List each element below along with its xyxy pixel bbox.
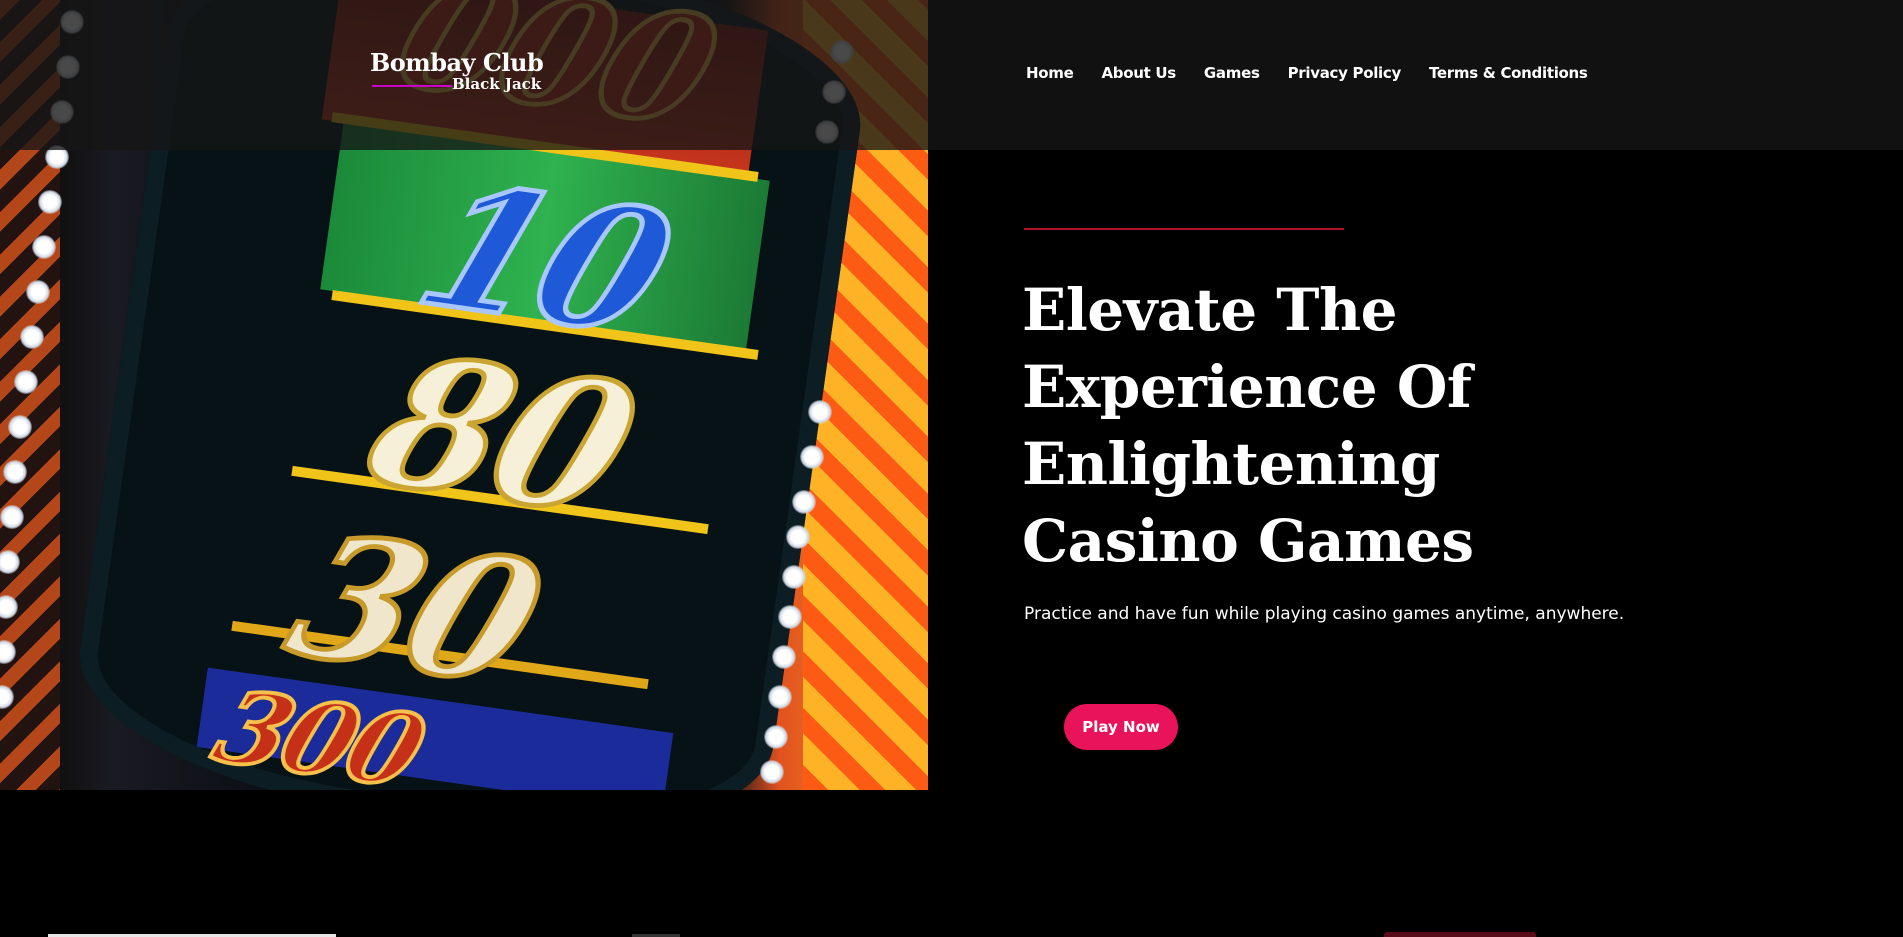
light-bulb [14, 370, 38, 394]
light-bulb [20, 325, 44, 349]
light-bulb [792, 490, 816, 514]
hero-accent-line [1024, 228, 1344, 230]
light-bulb [32, 235, 56, 259]
logo-title: Bombay Club [370, 48, 544, 77]
light-bulb [0, 505, 24, 529]
site-logo[interactable]: Bombay Club Black Jack [370, 48, 544, 98]
light-bulb [778, 605, 802, 629]
light-bulb [8, 415, 32, 439]
hero-title-line: Experience Of [1022, 353, 1472, 421]
light-bulb [3, 460, 27, 484]
logo-subtitle: Black Jack [452, 75, 542, 93]
nav-privacy-policy[interactable]: Privacy Policy [1288, 64, 1402, 82]
hero-title-line: Elevate The [1022, 276, 1398, 344]
play-now-button[interactable]: Play Now [1064, 704, 1178, 750]
light-bulb [786, 525, 810, 549]
light-bulb [808, 400, 832, 424]
section-divider [1384, 932, 1536, 937]
site-header: Bombay Club Black Jack Home About Us Gam… [0, 0, 1903, 150]
logo-underline [372, 85, 452, 87]
light-bulb [768, 685, 792, 709]
hero-subtitle: Practice and have fun while playing casi… [1024, 604, 1625, 624]
nav-games[interactable]: Games [1204, 64, 1260, 82]
light-bulb [800, 445, 824, 469]
nav-terms-conditions[interactable]: Terms & Conditions [1429, 64, 1588, 82]
light-bulb [38, 190, 62, 214]
light-bulb [772, 645, 796, 669]
light-bulb [782, 565, 806, 589]
hero-title-line: Casino Games [1022, 507, 1474, 575]
hero-title-line: Enlightening [1022, 430, 1440, 498]
light-bulb [764, 725, 788, 749]
nav-home[interactable]: Home [1026, 64, 1074, 82]
hero-title: Elevate The Experience Of Enlightening C… [1022, 272, 1642, 580]
main-nav: Home About Us Games Privacy Policy Terms… [1026, 64, 1588, 82]
light-bulb [760, 760, 784, 784]
light-bulb [26, 280, 50, 304]
nav-about-us[interactable]: About Us [1101, 64, 1176, 82]
